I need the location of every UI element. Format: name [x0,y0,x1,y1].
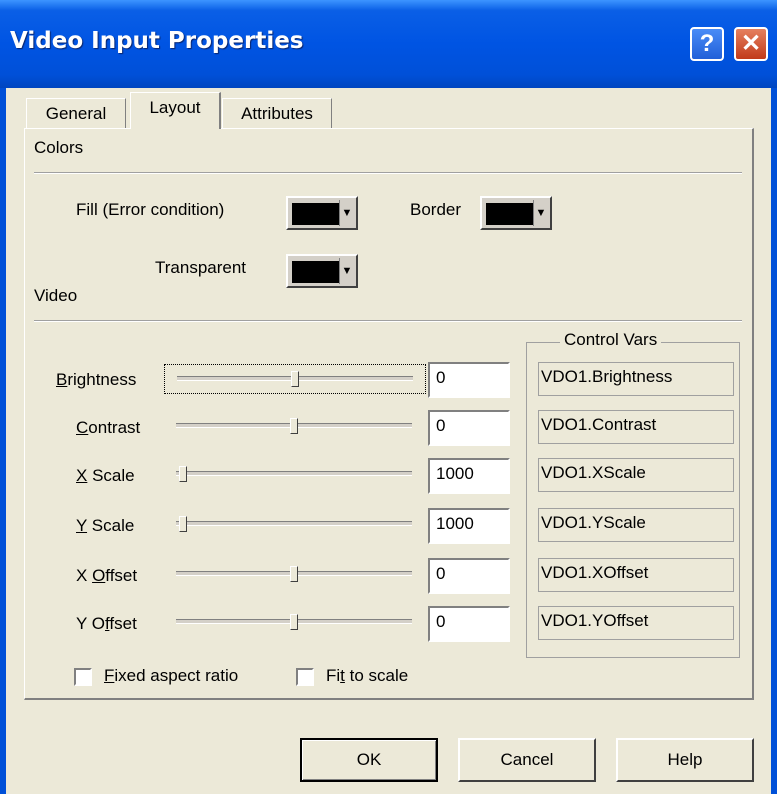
chevron-down-icon[interactable]: ▼ [533,200,548,226]
window-border-right [771,88,777,794]
brightness-slider-thumb[interactable] [291,371,299,387]
video-divider [34,320,742,322]
colors-heading: Colors [34,138,84,157]
transparent-color-picker[interactable]: ▼ [286,254,358,288]
y-scale-slider[interactable] [164,510,424,538]
brightness-slider[interactable] [164,364,426,394]
fill-color-picker[interactable]: ▼ [286,196,358,230]
y-offset-slider[interactable] [164,608,424,636]
x-offset-slider-thumb[interactable] [290,566,298,582]
x-offset-value-input[interactable]: 0 [428,558,510,594]
x-offset-var-field[interactable]: VDO1.XOffset [538,558,734,592]
y-offset-var-field[interactable]: VDO1.YOffset [538,606,734,640]
tab-layout-label: Layout [149,98,201,117]
fill-label: Fill (Error condition) [76,200,225,219]
help-icon[interactable]: ? [690,27,724,61]
video-heading: Video [34,286,78,305]
help-button[interactable]: Help [616,738,754,782]
brightness-value-input[interactable]: 0 [428,362,510,398]
x-scale-var-field[interactable]: VDO1.XScale [538,458,734,492]
window-border-left [0,88,6,794]
brightness-label: Brightness [56,370,137,389]
border-color-swatch [486,203,534,225]
y-offset-slider-thumb[interactable] [290,614,298,630]
ok-button[interactable]: OK [300,738,438,782]
x-scale-slider-track [176,471,412,476]
transparent-color-swatch [292,261,340,283]
colors-divider [34,172,742,174]
control-vars-title: Control Vars [560,330,662,350]
title-bar[interactable]: Video Input Properties ? ✕ [0,0,777,88]
y-scale-slider-thumb[interactable] [179,516,188,532]
x-scale-label: X Scale [76,466,135,485]
fill-color-swatch [292,203,340,225]
x-scale-value-input[interactable]: 1000 [428,458,510,494]
border-color-picker[interactable]: ▼ [480,196,552,230]
y-offset-value-input[interactable]: 0 [428,606,510,642]
tab-layout[interactable]: Layout [130,92,221,129]
x-scale-slider-thumb[interactable] [179,466,188,482]
brightness-var-field[interactable]: VDO1.Brightness [538,362,734,396]
border-label: Border [410,200,462,219]
chevron-down-icon[interactable]: ▼ [339,258,354,284]
x-offset-slider[interactable] [164,560,424,588]
tab-general[interactable]: General [26,98,126,129]
y-scale-label: Y Scale [76,516,135,535]
y-scale-slider-track [176,521,412,526]
contrast-slider[interactable] [164,412,424,440]
contrast-var-field[interactable]: VDO1.Contrast [538,410,734,444]
x-offset-label: X Offset [76,566,138,585]
contrast-value-input[interactable]: 0 [428,410,510,446]
contrast-label: Contrast [76,418,141,437]
fixed-aspect-ratio-checkbox[interactable] [74,668,92,686]
chevron-down-icon[interactable]: ▼ [339,200,354,226]
contrast-slider-thumb[interactable] [290,418,298,434]
tab-general-label: General [45,104,107,123]
y-offset-label: Y Offset [76,614,137,633]
y-scale-var-field[interactable]: VDO1.YScale [538,508,734,542]
transparent-label: Transparent [155,258,247,277]
close-icon[interactable]: ✕ [734,27,768,61]
tab-attributes[interactable]: Attributes [222,98,332,129]
fit-to-scale-checkbox[interactable] [296,668,314,686]
x-scale-slider[interactable] [164,460,424,488]
window-title: Video Input Properties [10,28,304,54]
y-scale-value-input[interactable]: 1000 [428,508,510,544]
tab-attributes-label: Attributes [241,104,313,123]
fixed-aspect-ratio-label[interactable]: Fixed aspect ratio [104,666,238,686]
cancel-button[interactable]: Cancel [458,738,596,782]
fit-to-scale-label[interactable]: Fit to scale [326,666,408,686]
